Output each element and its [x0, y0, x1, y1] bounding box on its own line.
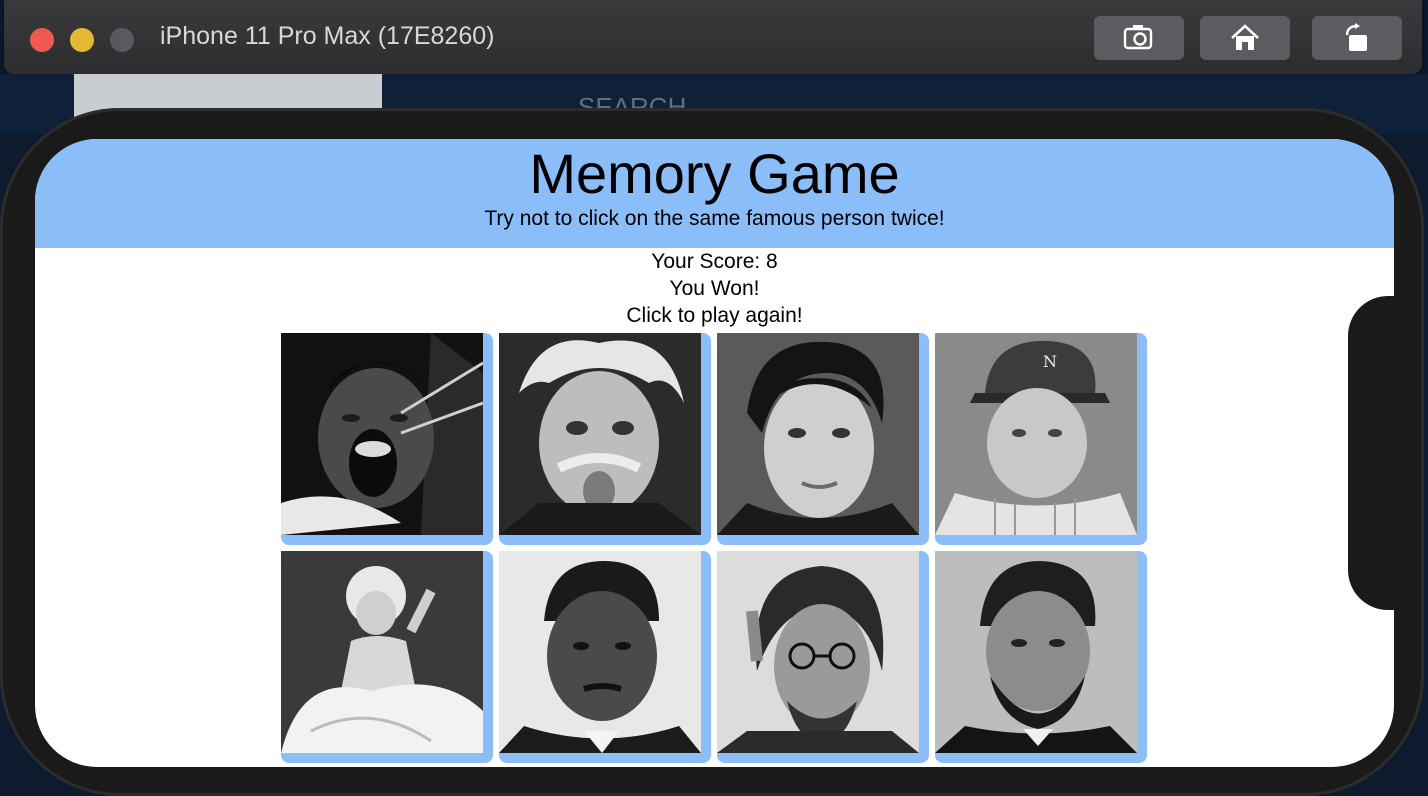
simulator-titlebar: iPhone 11 Pro Max (17E8260) — [4, 0, 1422, 74]
memory-card[interactable] — [499, 551, 711, 763]
memory-card[interactable] — [281, 551, 493, 763]
close-window-button[interactable] — [30, 28, 54, 52]
score-text: Your Score: 8 — [651, 250, 778, 273]
camera-icon — [1123, 25, 1153, 50]
memory-card[interactable] — [499, 333, 711, 545]
home-button[interactable] — [1200, 16, 1290, 60]
play-again-prompt[interactable]: Click to play again! — [35, 304, 1394, 328]
phone-notch — [1348, 296, 1394, 610]
minimize-window-button[interactable] — [70, 28, 94, 52]
memory-card[interactable] — [717, 551, 929, 763]
portrait-image — [499, 551, 701, 753]
game-title: Memory Game — [529, 142, 900, 205]
rotate-icon — [1345, 23, 1367, 51]
civil-rights-leader-portrait — [499, 551, 701, 753]
portrait-image: N — [935, 333, 1137, 535]
portrait-image — [717, 551, 919, 753]
portrait-image — [717, 333, 919, 535]
actress-white-dress-portrait — [281, 551, 483, 753]
memory-card[interactable] — [935, 551, 1147, 763]
memory-card[interactable]: N — [935, 333, 1147, 545]
musician-round-glasses-portrait — [717, 551, 919, 753]
memory-card[interactable] — [717, 333, 929, 545]
physicist-tongue-portrait — [499, 333, 701, 535]
rotate-button[interactable] — [1312, 16, 1402, 60]
game-header: Memory Game Try not to click on the same… — [35, 139, 1394, 248]
portrait-image — [935, 551, 1137, 753]
portrait-image — [281, 333, 483, 535]
president-beard-portrait — [935, 551, 1137, 753]
window-title: iPhone 11 Pro Max (17E8260) — [160, 22, 495, 50]
baseball-player-portrait: N — [935, 333, 1137, 535]
screenshot-button[interactable] — [1094, 16, 1184, 60]
boxer-portrait — [281, 333, 483, 535]
singer-portrait — [717, 333, 919, 535]
portrait-image — [499, 333, 701, 535]
svg-text:N: N — [1043, 352, 1057, 371]
result-text: You Won! — [669, 277, 760, 300]
home-icon — [1231, 24, 1259, 50]
phone-screen: Memory Game Try not to click on the same… — [35, 139, 1394, 767]
portrait-image — [281, 551, 483, 753]
zoom-window-button[interactable] — [110, 28, 134, 52]
game-subtitle: Try not to click on the same famous pers… — [484, 207, 945, 230]
memory-card[interactable] — [281, 333, 493, 545]
